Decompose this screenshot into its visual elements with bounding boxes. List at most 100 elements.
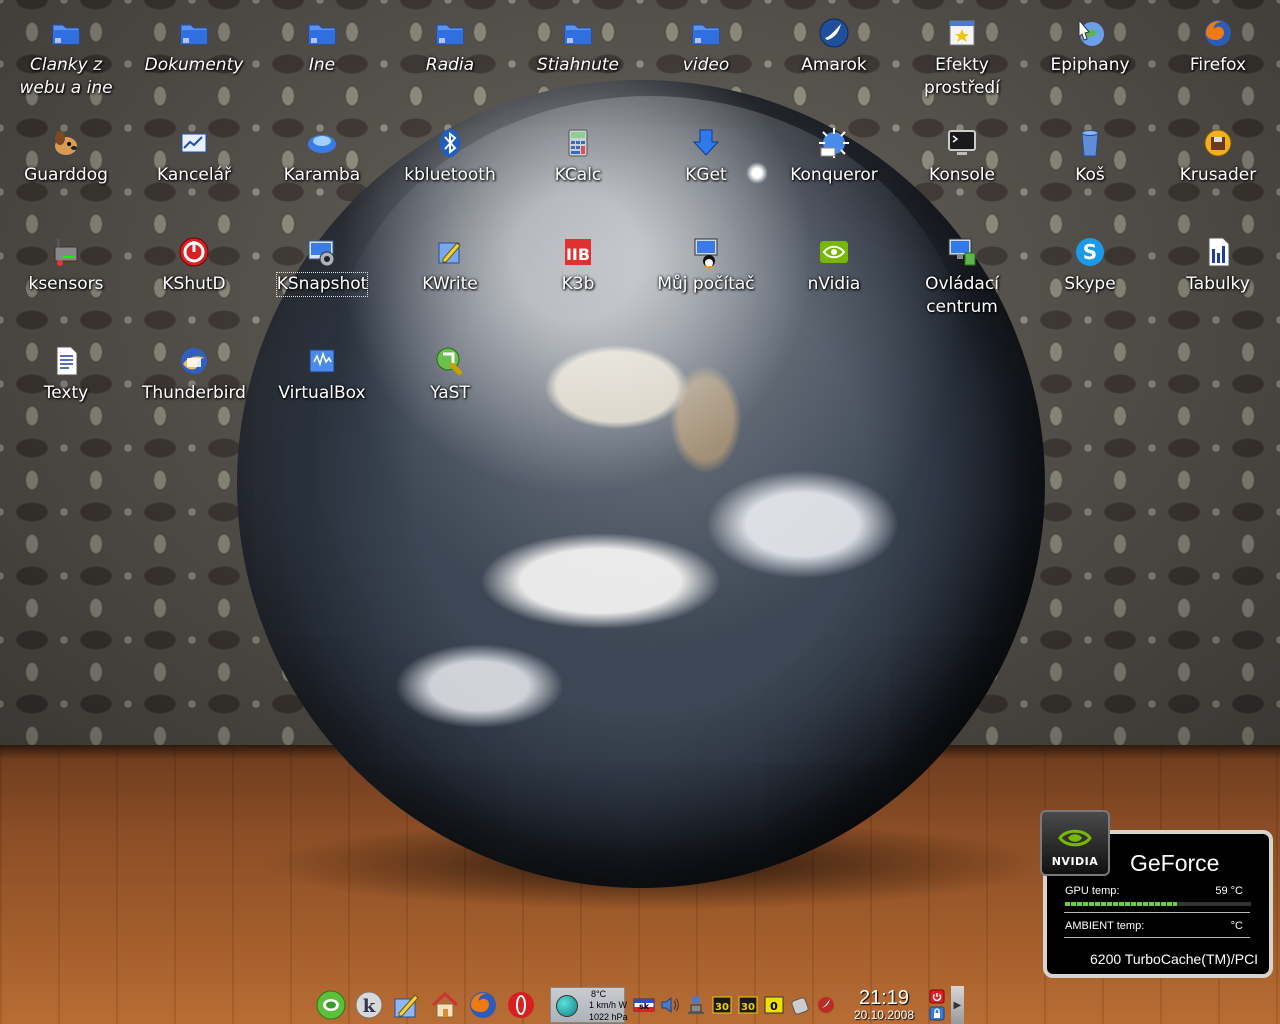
desktop-icon-firefox[interactable]: Firefox bbox=[1156, 16, 1280, 77]
sensors-icon bbox=[49, 235, 83, 269]
desktop-icon-label: video bbox=[682, 55, 730, 75]
desktop-icon-koš[interactable]: Koš bbox=[1028, 126, 1152, 187]
desktop-icon-label: Thunderbird bbox=[142, 383, 246, 403]
weather-wind: 1 km/h W bbox=[589, 1000, 628, 1010]
desktop-icon-label: KShutD bbox=[162, 274, 226, 294]
desktop-icon-label: Konsole bbox=[929, 165, 995, 185]
launcher-suse-menu-icon[interactable] bbox=[312, 986, 350, 1024]
desktop-icon-label: Dokumenty bbox=[144, 55, 244, 75]
desktop-icon-karamba[interactable]: Karamba bbox=[260, 126, 384, 187]
calendar-30b-icon[interactable]: 30 bbox=[736, 993, 760, 1017]
launcher-kwrite-icon[interactable] bbox=[388, 986, 426, 1024]
desktop-icon-kget[interactable]: KGet bbox=[644, 126, 768, 187]
system-tray: sk 30 30 0 bbox=[631, 993, 839, 1017]
desktop-icon-kancelář[interactable]: Kancelář bbox=[132, 126, 256, 187]
desktop-icon-kcalc[interactable]: KCalc bbox=[516, 126, 640, 187]
weather-globe-icon bbox=[556, 995, 578, 1017]
desktop-icon-kshutd[interactable]: KShutD bbox=[132, 235, 256, 296]
taskbar-hide-arrow[interactable]: ▶ bbox=[950, 986, 964, 1024]
clock[interactable]: 21:19 20.10.2008 bbox=[845, 988, 922, 1022]
desktop-icon-stiahnute[interactable]: Stiahnute bbox=[516, 16, 640, 77]
keyboard-layout-icon[interactable]: sk bbox=[632, 993, 656, 1017]
folder-icon bbox=[177, 16, 211, 50]
karamba-icon bbox=[305, 126, 339, 160]
desktop-icon-yast[interactable]: YaST bbox=[388, 344, 512, 405]
desktop-icon-label: K3b bbox=[561, 274, 595, 294]
launcher-opera-icon[interactable] bbox=[502, 986, 540, 1024]
desktop-icon-label: Guarddog bbox=[24, 165, 108, 185]
widget-divider bbox=[1064, 912, 1250, 913]
desktop-icon-k3b[interactable]: IIB K3b bbox=[516, 235, 640, 296]
desktop-icon-ksensors[interactable]: ksensors bbox=[4, 235, 128, 296]
svg-text:k: k bbox=[363, 996, 376, 1017]
desktop-icon-dokumenty[interactable]: Dokumenty bbox=[132, 16, 256, 77]
folder-icon bbox=[433, 16, 467, 50]
desktop-icon-tabulky[interactable]: Tabulky bbox=[1156, 235, 1280, 296]
folder-icon bbox=[689, 16, 723, 50]
desktop-icon-label: KGet bbox=[685, 165, 727, 185]
folder-icon bbox=[305, 16, 339, 50]
desktop-icon-label: Clanky z webu a ine bbox=[19, 55, 113, 98]
desktop-icon-epiphany[interactable]: Epiphany bbox=[1028, 16, 1152, 77]
desktop-icon-label: Tabulky bbox=[1186, 274, 1250, 294]
trash-icon bbox=[1073, 126, 1107, 160]
desktop-icon-thunderbird[interactable]: Thunderbird bbox=[132, 344, 256, 405]
desktop-icon-label: Firefox bbox=[1189, 55, 1247, 75]
gpu-temp-bar bbox=[1065, 902, 1251, 906]
taskbar: k 8°C 1 km/h W 1022 hPa sk 30 30 0 21:19 20… bbox=[312, 986, 964, 1024]
network-icon[interactable] bbox=[684, 993, 708, 1017]
desktop-icon-label: KCalc bbox=[554, 165, 602, 185]
desktop-icon-ksnapshot[interactable]: KSnapshot bbox=[260, 235, 384, 297]
logout-icon[interactable] bbox=[929, 989, 945, 1004]
desktop-icon-virtualbox[interactable]: VirtualBox bbox=[260, 344, 384, 405]
desktop-icon-nvidia[interactable]: nVidia bbox=[772, 235, 896, 296]
office-icon bbox=[177, 126, 211, 160]
desktop-icon-label: Stiahnute bbox=[536, 55, 620, 75]
desktop-icon-texty[interactable]: Texty bbox=[4, 344, 128, 405]
desktop-icon-video[interactable]: video bbox=[644, 16, 768, 77]
yast-icon bbox=[433, 344, 467, 378]
desktop-icon-konqueror[interactable]: Konqueror bbox=[772, 126, 896, 187]
weather-applet[interactable]: 8°C 1 km/h W 1022 hPa bbox=[550, 987, 628, 1023]
desktop-icon-konsole[interactable]: Konsole bbox=[900, 126, 1024, 187]
svg-text:30: 30 bbox=[741, 1002, 755, 1013]
desktop-icon-kwrite[interactable]: KWrite bbox=[388, 235, 512, 296]
klipper-icon[interactable] bbox=[788, 993, 812, 1017]
desktop-icon-ine[interactable]: Ine bbox=[260, 16, 384, 77]
desktop-icon-krusader[interactable]: Krusader bbox=[1156, 126, 1280, 187]
camera-icon bbox=[305, 235, 339, 269]
amarok-icon bbox=[817, 16, 851, 50]
speaker-icon[interactable] bbox=[658, 993, 682, 1017]
desktop-icon-label: Konqueror bbox=[790, 165, 878, 185]
folder-icon bbox=[49, 16, 83, 50]
gpu-temp-value: 59 °C bbox=[1215, 885, 1243, 897]
k3b-icon: IIB bbox=[561, 235, 595, 269]
calendar-30-icon[interactable]: 30 bbox=[710, 993, 734, 1017]
launcher-kde-icon[interactable]: k bbox=[350, 986, 388, 1024]
amarok-tray-icon[interactable] bbox=[814, 993, 838, 1017]
control-center-icon bbox=[945, 235, 979, 269]
launcher-home-icon[interactable] bbox=[426, 986, 464, 1024]
epiphany-icon bbox=[1073, 16, 1107, 50]
desktop-icon-label: Můj počítač bbox=[657, 274, 755, 294]
desktop-icon-label: Skype bbox=[1064, 274, 1116, 294]
desktop-icon-efekty-prostředí[interactable]: Efekty prostředí bbox=[900, 16, 1024, 100]
ambient-temp-value: °C bbox=[1230, 920, 1243, 932]
virtualbox-icon bbox=[305, 344, 339, 378]
quick-launch: k bbox=[312, 986, 540, 1024]
desktop-icon-můj-počítač[interactable]: Můj počítač bbox=[644, 235, 768, 296]
svg-text:IIB: IIB bbox=[566, 245, 590, 264]
desktop-icon-radia[interactable]: Radia bbox=[388, 16, 512, 77]
launcher-firefox-icon[interactable] bbox=[464, 986, 502, 1024]
desktop-icon-ovládací-centrum[interactable]: Ovládací centrum bbox=[900, 235, 1024, 319]
desktop-icon-guarddog[interactable]: Guarddog bbox=[4, 126, 128, 187]
desktop-icon-skype[interactable]: S Skype bbox=[1028, 235, 1152, 296]
ambient-temp-label: AMBIENT temp: bbox=[1065, 920, 1145, 932]
counter-0-icon[interactable]: 0 bbox=[762, 993, 786, 1017]
desktop[interactable]: Clanky z webu a ine Dokumenty Ine Radia Stia… bbox=[0, 0, 1280, 1024]
desktop-icon-clanky-z-webu-a-ine[interactable]: Clanky z webu a ine bbox=[4, 16, 128, 100]
desktop-icon-amarok[interactable]: Amarok bbox=[772, 16, 896, 77]
desktop-icon-kbluetooth[interactable]: kbluetooth bbox=[388, 126, 512, 187]
document-icon bbox=[49, 344, 83, 378]
lock-screen-icon[interactable] bbox=[929, 1006, 945, 1021]
